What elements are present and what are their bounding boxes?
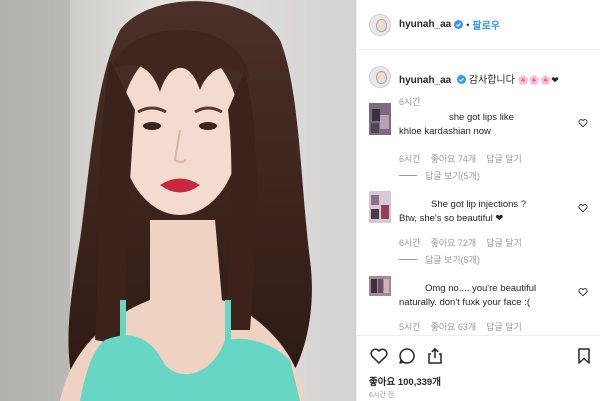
header-separator: • — [466, 19, 470, 30]
caption-text: 감사합니다 — [468, 75, 515, 86]
share-icon[interactable] — [425, 346, 445, 366]
post-header: hyunah_aa • 팔로우 — [357, 0, 600, 50]
post-caption: hyunah_aa 감사합니다 🌸🌸🌸❤ — [369, 66, 559, 88]
view-replies-button[interactable]: 답글 보기(5개) — [399, 253, 480, 266]
comment-likes[interactable]: 좋아요 72개 — [431, 236, 477, 249]
caption-avatar[interactable] — [369, 66, 391, 88]
comment-text: she got lips like khloe kardashian now — [399, 112, 514, 137]
comment-item — [369, 191, 391, 223]
verified-badge-icon — [457, 75, 467, 84]
comment-time[interactable]: 5시간 — [399, 320, 421, 333]
instagram-post: hyunah_aa • 팔로우 hyunah_aa 감사합니다 🌸🌸🌸❤ 6시간 — [0, 0, 600, 401]
comment-likes[interactable]: 좋아요 63개 — [431, 320, 477, 333]
comment-reply-button[interactable]: 답글 달기 — [486, 236, 522, 249]
follow-button[interactable]: 팔로우 — [472, 17, 500, 32]
comment-reply-button[interactable]: 답글 달기 — [486, 152, 522, 165]
caption-text-line: hyunah_aa 감사합니다 🌸🌸🌸❤ — [399, 71, 559, 86]
view-replies-button[interactable]: 답글 보기(5개) — [399, 169, 480, 182]
post-side-panel: hyunah_aa • 팔로우 hyunah_aa 감사합니다 🌸🌸🌸❤ 6시간 — [356, 0, 600, 401]
comment-meta: 6시간 좋아요 74개 답글 달기 — [399, 152, 522, 165]
comment-time[interactable]: 6시간 — [399, 152, 421, 165]
heart-icon[interactable] — [369, 346, 389, 366]
comment-meta: 6시간 좋아요 72개 답글 달기 — [399, 236, 522, 249]
post-actions: 좋아요 100,339개 6시간 전 — [357, 335, 600, 401]
commenter-avatar-pixelated[interactable] — [369, 191, 391, 223]
post-photo[interactable] — [0, 0, 356, 401]
comment-like-heart-icon[interactable] — [578, 203, 588, 213]
post-timestamp[interactable]: 6시간 전 — [369, 390, 394, 400]
comment-meta: 5시간 좋아요 63개 답글 달기 — [399, 320, 522, 333]
verified-badge-icon — [454, 20, 464, 29]
caption-time[interactable]: 6시간 — [399, 95, 421, 108]
bookmark-icon[interactable] — [574, 346, 594, 366]
like-count[interactable]: 좋아요 100,339개 — [369, 374, 441, 388]
comment-item — [369, 103, 391, 135]
comment-reply-button[interactable]: 답글 달기 — [486, 320, 522, 333]
comment-item — [369, 276, 391, 296]
header-username[interactable]: hyunah_aa — [399, 19, 451, 30]
comment-text: Omg no.... you're beautiful naturally. d… — [399, 283, 537, 308]
comment-icon[interactable] — [397, 346, 417, 366]
commenter-avatar-pixelated[interactable] — [369, 103, 391, 135]
caption-username[interactable]: hyunah_aa — [399, 75, 451, 86]
caption-emoji: 🌸🌸🌸❤ — [517, 75, 559, 85]
comment-time[interactable]: 6시간 — [399, 236, 421, 249]
avatar[interactable] — [369, 13, 391, 36]
comment-like-heart-icon[interactable] — [578, 287, 588, 297]
comment-like-heart-icon[interactable] — [578, 118, 588, 128]
comment-likes[interactable]: 좋아요 74개 — [431, 152, 477, 165]
comment-text: She got lip injections ? Btw, she's so b… — [399, 199, 527, 224]
commenter-avatar-pixelated[interactable] — [369, 276, 391, 296]
portrait-image — [0, 0, 356, 401]
